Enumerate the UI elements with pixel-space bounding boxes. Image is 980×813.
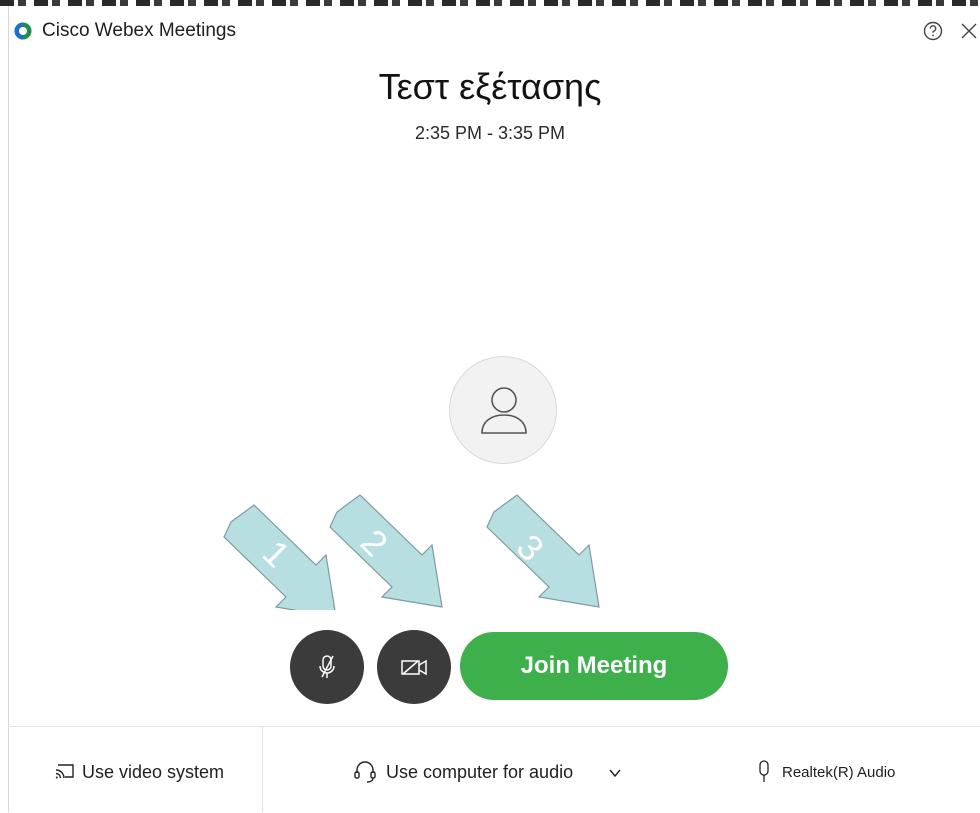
meeting-title: Τεστ εξέτασης: [378, 66, 602, 107]
camera-off-icon: [401, 659, 427, 676]
microphone-icon: [759, 760, 769, 782]
chevron-down-icon: [609, 769, 621, 778]
cast-screen-icon: [55, 764, 74, 779]
join-meeting-button[interactable]: Join Meeting: [460, 632, 728, 700]
webex-logo-icon: [14, 22, 32, 40]
headset-icon: [354, 761, 376, 783]
audio-option-label: Use computer for audio: [386, 762, 574, 782]
help-icon[interactable]: [922, 20, 944, 42]
microphone-device-label: Realtek(R) Audio: [782, 764, 896, 781]
mute-button[interactable]: [290, 630, 364, 704]
video-button[interactable]: [377, 630, 451, 704]
meeting-time: 2:35 PM - 3:35 PM: [414, 123, 566, 143]
app-title: Cisco Webex Meetings: [42, 20, 236, 41]
user-icon: [481, 387, 527, 434]
title-bar: Cisco Webex Meetings: [14, 14, 977, 50]
cropped-background-strip: [0, 0, 980, 6]
avatar: [449, 356, 557, 464]
bottom-divider: [262, 726, 263, 812]
close-icon[interactable]: [958, 20, 980, 42]
use-video-system-label: Use video system: [82, 762, 225, 782]
microphone-muted-icon: [319, 655, 335, 678]
